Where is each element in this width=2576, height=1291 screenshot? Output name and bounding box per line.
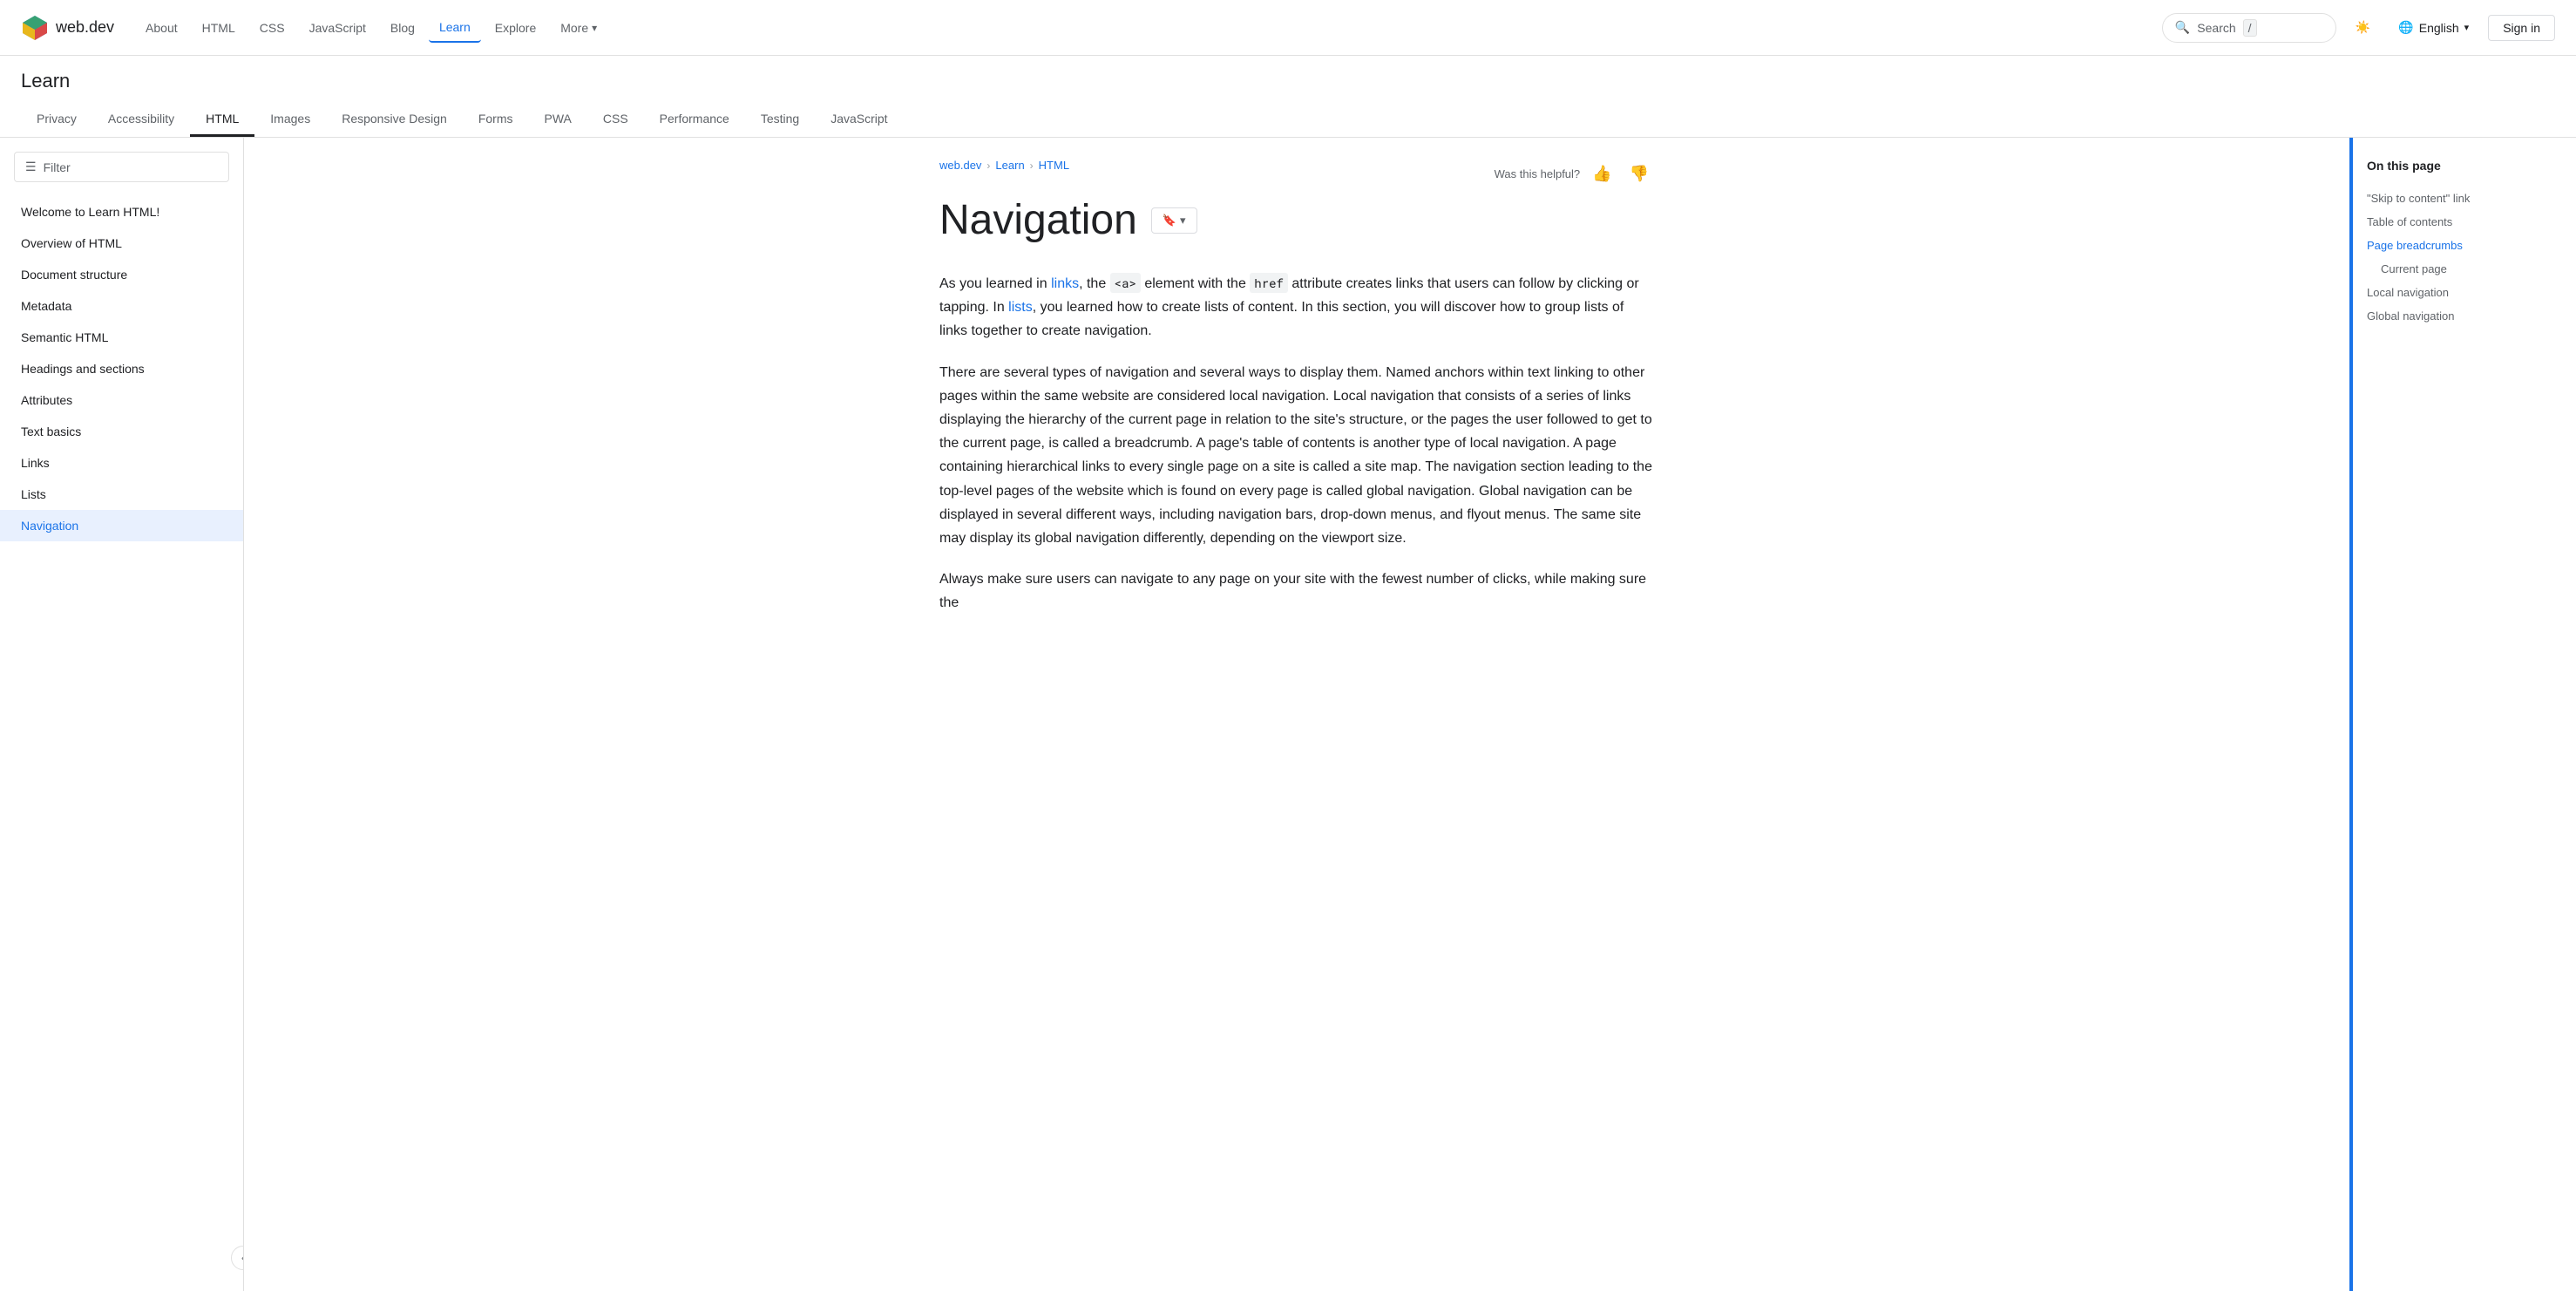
main-content: web.dev › Learn › HTML Was this helpful?…: [244, 138, 2349, 1291]
body-paragraph-2: There are several types of navigation an…: [939, 361, 1654, 551]
nav-link-css[interactable]: CSS: [249, 14, 295, 42]
lists-link[interactable]: lists: [1008, 300, 1033, 315]
logo[interactable]: web.dev: [21, 14, 114, 42]
toc-skip-to-content[interactable]: "Skip to content" link: [2367, 187, 2562, 210]
sidebar-item-links[interactable]: Links: [0, 447, 243, 479]
search-label: Search: [2197, 21, 2235, 35]
breadcrumb-sep-2: ›: [1030, 160, 1034, 172]
right-sidebar: On this page "Skip to content" link Tabl…: [2349, 138, 2576, 1291]
nav-link-blog[interactable]: Blog: [380, 14, 425, 42]
filter-bar[interactable]: ☰ Filter: [14, 152, 229, 182]
learn-section-title: Learn: [21, 70, 2555, 92]
sidebar-item-text-basics[interactable]: Text basics: [0, 416, 243, 447]
body-paragraph-3: Always make sure users can navigate to a…: [939, 567, 1654, 615]
chevron-down-icon-lang: ▾: [2464, 22, 2470, 33]
nav-link-about[interactable]: About: [135, 14, 188, 42]
logo-icon: [21, 14, 49, 42]
learn-header: Learn Privacy Accessibility HTML Images …: [0, 56, 2576, 138]
breadcrumb-learn[interactable]: Learn: [995, 159, 1024, 172]
sidebar-item-metadata[interactable]: Metadata: [0, 290, 243, 322]
sidebar-item-overview[interactable]: Overview of HTML: [0, 228, 243, 259]
page-title-row: Navigation 🔖 ▾: [939, 196, 1654, 244]
sidebar-item-attributes[interactable]: Attributes: [0, 384, 243, 416]
nav-link-html[interactable]: HTML: [192, 14, 246, 42]
tab-images[interactable]: Images: [254, 103, 326, 137]
sidebar-item-welcome[interactable]: Welcome to Learn HTML!: [0, 196, 243, 228]
learn-tabs: Privacy Accessibility HTML Images Respon…: [21, 103, 2555, 137]
page-title: Navigation: [939, 196, 1137, 244]
tab-performance[interactable]: Performance: [644, 103, 745, 137]
bookmark-icon: 🔖: [1163, 214, 1176, 228]
filter-label: Filter: [44, 160, 71, 174]
breadcrumb-sep-1: ›: [986, 160, 990, 172]
thumbs-up-icon: 👍: [1592, 165, 1611, 182]
toc-page-breadcrumbs[interactable]: Page breadcrumbs: [2367, 234, 2562, 257]
toc-current-page[interactable]: Current page: [2367, 257, 2562, 281]
main-layout: ☰ Filter Welcome to Learn HTML! Overview…: [0, 138, 2576, 1291]
helpful-label: Was this helpful?: [1495, 167, 1581, 180]
a-tag-code: <a>: [1110, 273, 1141, 293]
sidebar-item-document-structure[interactable]: Document structure: [0, 259, 243, 290]
nav-link-explore[interactable]: Explore: [485, 14, 546, 42]
body-paragraph-1: As you learned in links, the <a> element…: [939, 272, 1654, 343]
sidebar-item-navigation[interactable]: Navigation: [0, 510, 243, 541]
signin-button[interactable]: Sign in: [2488, 15, 2555, 41]
nav-link-more[interactable]: More ▾: [550, 14, 607, 42]
search-bar[interactable]: 🔍 Search /: [2162, 13, 2336, 43]
thumbs-down-button[interactable]: 👎: [1624, 161, 1654, 187]
helpful-row: web.dev › Learn › HTML Was this helpful?…: [939, 159, 1654, 189]
sidebar-item-semantic-html[interactable]: Semantic HTML: [0, 322, 243, 353]
nav-link-learn[interactable]: Learn: [429, 13, 481, 43]
tab-forms[interactable]: Forms: [463, 103, 529, 137]
language-label: English: [2419, 21, 2459, 35]
tab-html[interactable]: HTML: [190, 103, 254, 137]
tab-privacy[interactable]: Privacy: [21, 103, 92, 137]
tab-responsive-design[interactable]: Responsive Design: [326, 103, 463, 137]
toc-table-of-contents[interactable]: Table of contents: [2367, 210, 2562, 234]
search-shortcut: /: [2243, 19, 2257, 37]
helpful-bar: Was this helpful? 👍 👎: [1495, 161, 1654, 187]
breadcrumb-webdev[interactable]: web.dev: [939, 159, 981, 172]
content-area: web.dev › Learn › HTML Was this helpful?…: [905, 138, 1689, 667]
href-code: href: [1250, 273, 1288, 293]
tab-pwa[interactable]: PWA: [529, 103, 587, 137]
chevron-down-icon: ▾: [592, 22, 597, 34]
bookmark-button[interactable]: 🔖 ▾: [1151, 207, 1197, 234]
search-icon: 🔍: [2175, 20, 2190, 35]
toc-local-navigation[interactable]: Local navigation: [2367, 281, 2562, 304]
filter-icon: ☰: [25, 160, 37, 174]
sidebar-item-lists[interactable]: Lists: [0, 479, 243, 510]
tab-css[interactable]: CSS: [587, 103, 644, 137]
thumbs-up-button[interactable]: 👍: [1587, 161, 1617, 187]
logo-text: web.dev: [56, 18, 114, 37]
breadcrumb-html[interactable]: HTML: [1039, 159, 1069, 172]
globe-icon: 🌐: [2398, 20, 2413, 35]
theme-toggle-button[interactable]: ☀️: [2347, 15, 2379, 40]
sun-icon: ☀️: [2356, 20, 2370, 35]
nav-links: About HTML CSS JavaScript Blog Learn Exp…: [135, 13, 2155, 43]
toc-global-navigation[interactable]: Global navigation: [2367, 304, 2562, 328]
nav-link-javascript[interactable]: JavaScript: [299, 14, 376, 42]
chevron-left-icon: ‹: [241, 1252, 244, 1264]
bookmark-dropdown-icon: ▾: [1180, 214, 1186, 228]
top-nav: web.dev About HTML CSS JavaScript Blog L…: [0, 0, 2576, 56]
tab-testing[interactable]: Testing: [745, 103, 815, 137]
thumbs-down-icon: 👎: [1630, 165, 1649, 182]
tab-accessibility[interactable]: Accessibility: [92, 103, 190, 137]
nav-right: 🔍 Search / ☀️ 🌐 English ▾ Sign in: [2162, 13, 2555, 43]
left-sidebar: ☰ Filter Welcome to Learn HTML! Overview…: [0, 138, 244, 1291]
language-button[interactable]: 🌐 English ▾: [2390, 15, 2478, 40]
toc-title: On this page: [2367, 159, 2562, 173]
links-link[interactable]: links: [1051, 276, 1079, 291]
sidebar-item-headings-sections[interactable]: Headings and sections: [0, 353, 243, 384]
nav-link-more-label: More: [560, 21, 588, 35]
breadcrumb: web.dev › Learn › HTML: [939, 159, 1069, 172]
tab-javascript[interactable]: JavaScript: [815, 103, 903, 137]
